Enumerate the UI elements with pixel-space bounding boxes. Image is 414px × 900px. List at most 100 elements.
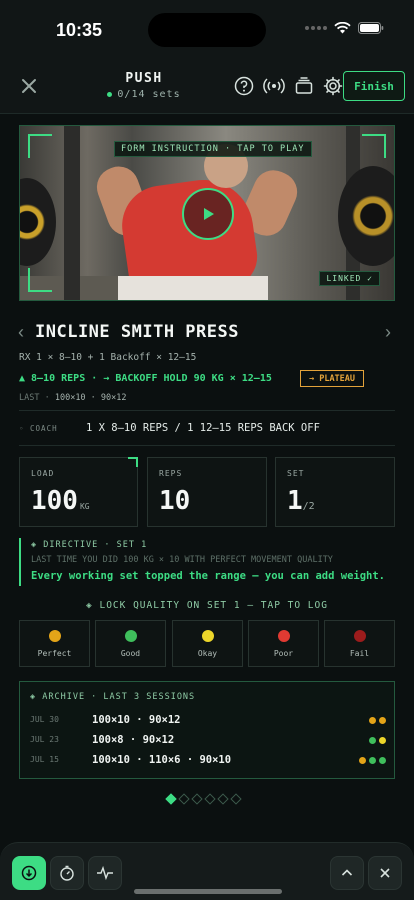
rating-label: Good <box>120 649 141 658</box>
pager-dot[interactable] <box>230 793 242 805</box>
directive-label: ◈ DIRECTIVE · SET 1 <box>31 540 148 550</box>
quality-dot-icon <box>369 717 376 724</box>
broadcast-icon[interactable] <box>263 76 285 96</box>
battery-icon <box>358 22 384 34</box>
rating-dot-icon <box>278 630 290 642</box>
rating-okay-button[interactable]: Okay <box>172 620 243 667</box>
set-value: 1/2 <box>287 486 315 516</box>
lock-quality-prompt: ◈ LOCK QUALITY ON SET 1 — TAP TO LOG <box>86 600 328 611</box>
pager-dot[interactable] <box>191 793 203 805</box>
quality-dot-icon <box>379 717 386 724</box>
load-value: 100 KG <box>31 486 90 516</box>
archive-date: JUL 15 <box>30 755 59 764</box>
status-icons <box>305 22 384 34</box>
play-icon <box>204 208 214 220</box>
stack-icon[interactable] <box>294 76 314 96</box>
rating-label: Fail <box>349 649 370 658</box>
reps-value: 10 <box>159 486 191 516</box>
set-indicator[interactable]: SET 1/2 <box>275 457 395 527</box>
archive-sets: 100×10 · 110×6 · 90×10 <box>92 754 232 766</box>
pager-dot[interactable] <box>217 793 229 805</box>
rest-timer-button[interactable] <box>50 856 84 890</box>
wifi-icon <box>334 22 351 34</box>
help-icon[interactable] <box>234 76 254 96</box>
archive-date: JUL 30 <box>30 715 59 724</box>
pager-dot[interactable] <box>178 793 190 805</box>
progression-text: ▲ 8–10 REPS · → BACKOFF HOLD 90 KG × 12–… <box>19 373 272 384</box>
archive-quality-dots <box>359 757 386 764</box>
set-label: SET <box>287 469 305 478</box>
archive-sets: 100×10 · 90×12 <box>92 714 181 726</box>
reps-stepper[interactable]: REPS 10 <box>147 457 267 527</box>
coach-note: 1 X 8–10 REPS / 1 12–15 REPS BACK OFF <box>86 422 320 434</box>
status-bar: 10:35 <box>0 0 414 58</box>
directive-panel: ◈ DIRECTIVE · SET 1 LAST TIME YOU DID 10… <box>19 538 395 586</box>
close-icon <box>380 868 390 878</box>
rating-perfect-button[interactable]: Perfect <box>19 620 90 667</box>
rating-dot-icon <box>202 630 214 642</box>
next-exercise-chevron-icon[interactable]: › <box>385 322 391 343</box>
archive-date: JUL 23 <box>30 735 59 744</box>
video-tap-label: FORM INSTRUCTION · TAP TO PLAY <box>114 141 312 157</box>
quality-dot-icon <box>369 737 376 744</box>
rating-good-button[interactable]: Good <box>95 620 166 667</box>
divider <box>19 445 395 446</box>
rating-label: Perfect <box>37 649 72 658</box>
directive-context: LAST TIME YOU DID 100 KG × 10 WITH PERFE… <box>31 555 333 565</box>
bottom-toolbar <box>0 842 414 900</box>
cellular-signal-icon <box>305 26 327 30</box>
form-instruction-video[interactable]: FORM INSTRUCTION · TAP TO PLAY LINKED ✓ <box>19 125 395 301</box>
rating-poor-button[interactable]: Poor <box>248 620 319 667</box>
pulse-icon <box>97 865 113 881</box>
archive-sets: 100×8 · 90×12 <box>92 734 175 746</box>
finish-button[interactable]: Finish <box>343 71 405 101</box>
header-actions <box>234 76 343 96</box>
archive-title: ◈ ARCHIVE · LAST 3 SESSIONS <box>30 692 196 702</box>
quality-dot-icon <box>359 757 366 764</box>
pager-dot[interactable] <box>204 793 216 805</box>
exercise-pager[interactable] <box>165 793 242 805</box>
load-stepper[interactable]: LOAD 100 KG <box>19 457 138 527</box>
archive-quality-dots <box>369 737 386 744</box>
reps-label: REPS <box>159 469 183 478</box>
linked-badge: LINKED ✓ <box>319 271 380 286</box>
archive-row: JUL 30 100×10 · 90×12 <box>30 714 386 728</box>
exercise-name: INCLINE SMITH PRESS <box>35 322 239 342</box>
home-indicator <box>134 889 282 894</box>
last-session: LAST · 100×10 · 90×12 <box>19 393 127 403</box>
rating-label: Okay <box>197 649 218 658</box>
rating-dot-icon <box>354 630 366 642</box>
workout-header: PUSH 0/14 sets Finish <box>0 58 414 114</box>
directive-message: Every working set topped the range — you… <box>31 570 386 582</box>
status-time: 10:35 <box>56 20 103 40</box>
archive-panel: ◈ ARCHIVE · LAST 3 SESSIONS JUL 30 100×10… <box>19 681 395 779</box>
play-button[interactable] <box>182 188 234 240</box>
quality-dot-icon <box>379 757 386 764</box>
expand-button[interactable] <box>330 856 364 890</box>
rating-label: Poor <box>273 649 294 658</box>
archive-quality-dots <box>369 717 386 724</box>
settings-gear-icon[interactable] <box>323 76 343 96</box>
quality-dot-icon <box>379 737 386 744</box>
timer-icon <box>60 865 74 881</box>
plateau-button[interactable]: → PLATEAU <box>300 370 364 387</box>
rating-dot-icon <box>125 630 137 642</box>
prescription-text: RX 1 × 8–10 + 1 Backoff × 12–15 <box>19 352 197 363</box>
load-label: LOAD <box>31 469 55 478</box>
dismiss-button[interactable] <box>368 856 402 890</box>
progress-dot-icon <box>107 91 113 97</box>
activity-button[interactable] <box>88 856 122 890</box>
coach-label: ◦ COACH <box>19 424 58 433</box>
dynamic-island <box>148 13 266 47</box>
rating-dot-icon <box>49 630 61 642</box>
archive-row: JUL 23 100×8 · 90×12 <box>30 734 386 748</box>
rating-fail-button[interactable]: Fail <box>324 620 395 667</box>
archive-row: JUL 15 100×10 · 110×6 · 90×10 <box>30 754 386 768</box>
chevron-up-icon <box>341 869 353 876</box>
previous-exercise-chevron-icon[interactable]: ‹ <box>18 322 24 343</box>
quality-dot-icon <box>369 757 376 764</box>
pager-dot-active[interactable] <box>165 793 177 805</box>
divider <box>19 410 395 411</box>
download-icon <box>21 865 37 881</box>
log-button[interactable] <box>12 856 46 890</box>
